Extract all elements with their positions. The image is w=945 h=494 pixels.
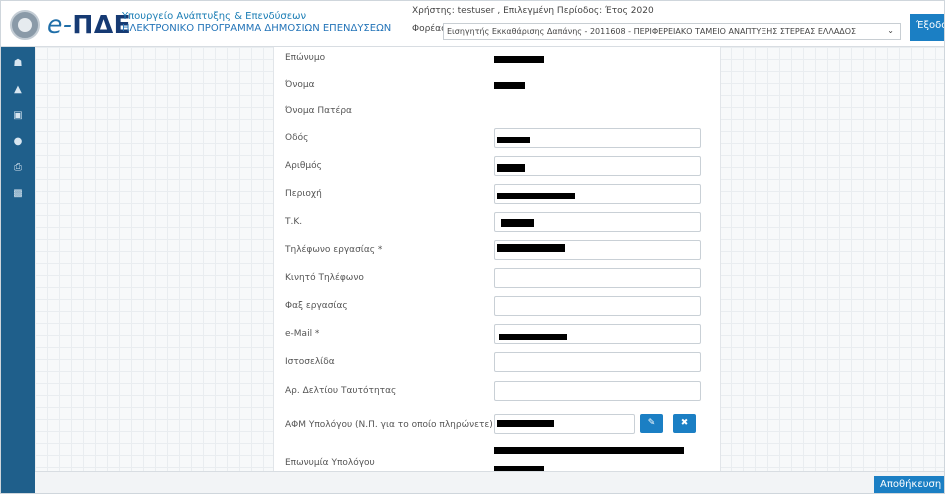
label-id-card: Αρ. Δελτίου Ταυτότητας	[285, 386, 397, 396]
website-input[interactable]	[494, 352, 701, 372]
label-name: Όνομα	[285, 80, 315, 90]
name-value	[494, 82, 525, 89]
top-header: e-ΠΔΕ Υπουργείο Ανάπτυξης & Επενδύσεων Η…	[1, 1, 944, 47]
ministry-title: Υπουργείο Ανάπτυξης & Επενδύσεων ΗΛΕΚΤΡΟ…	[122, 11, 391, 35]
label-work-phone: Τηλέφωνο εργασίας *	[285, 245, 383, 255]
area-value	[497, 193, 575, 199]
postal-code-value	[501, 219, 534, 227]
greek-emblem-icon	[10, 10, 40, 40]
fax-input[interactable]	[494, 296, 701, 316]
logout-button[interactable]: Έξοδο	[910, 14, 944, 41]
label-number: Αριθμός	[285, 161, 322, 171]
work-phone-input[interactable]	[494, 240, 701, 260]
label-fax: Φαξ εργασίας	[285, 301, 348, 311]
user-info: Χρήστης: testuser , Επιλεγμένη Περίοδος:…	[412, 6, 654, 16]
mobile-input[interactable]	[494, 268, 701, 288]
surname-value	[494, 56, 544, 63]
number-value	[497, 164, 525, 172]
app-logo: e-ΠΔΕ	[47, 10, 131, 39]
afm-input[interactable]	[494, 414, 635, 434]
edit-icon[interactable]: ✎	[640, 414, 663, 433]
label-surname: Επώνυμο	[285, 53, 326, 63]
home-icon[interactable]: ☗	[8, 55, 28, 73]
work-phone-value	[497, 244, 565, 252]
money-icon[interactable]: ▣	[8, 107, 28, 125]
street-input[interactable]	[494, 128, 701, 148]
label-email: e-Mail *	[285, 329, 320, 339]
postal-code-input[interactable]	[494, 212, 701, 232]
label-mobile: Κινητό Τηλέφωνο	[285, 273, 364, 283]
forea-select[interactable]: Εισηγητής Εκκαθάρισης Δαπάνης - 2011608 …	[443, 23, 901, 40]
close-icon[interactable]: ✖	[673, 414, 696, 433]
number-input[interactable]	[494, 156, 701, 176]
ministry-line1: Υπουργείο Ανάπτυξης & Επενδύσεων	[122, 11, 307, 22]
logo-prefix: e-	[47, 10, 73, 39]
email-input[interactable]	[494, 324, 701, 344]
label-afm: ΑΦΜ Υπολόγου (Ν.Π. για το οποίο πληρώνετ…	[285, 420, 501, 430]
hierarchy-icon[interactable]: ▲	[8, 81, 28, 99]
label-company-name: Επωνυμία Υπολόγου	[285, 458, 375, 468]
book-icon[interactable]: ▩	[8, 185, 28, 203]
street-value	[497, 137, 530, 143]
label-postal-code: Τ.Κ.	[285, 217, 303, 227]
label-father-name: Όνομα Πατέρα	[285, 106, 352, 116]
forea-value: Εισηγητής Εκκαθάρισης Δαπάνης - 2011608 …	[447, 27, 857, 36]
ministry-line2: ΗΛΕΚΤΡΟΝΙΚΟ ΠΡΟΓΡΑΜΜΑ ΔΗΜΟΣΙΩΝ ΕΠΕΝΔΥΣΕΩ…	[122, 23, 392, 34]
email-value	[499, 334, 567, 340]
sidebar: ☗ ▲ ▣ ● ⎙ ▩	[1, 47, 35, 493]
company-name-value-line1	[494, 447, 684, 454]
label-website: Ιστοσελίδα	[285, 357, 335, 367]
chevron-down-icon: ⌄	[887, 26, 894, 35]
user-icon[interactable]: ●	[8, 133, 28, 151]
footer-bar	[35, 471, 944, 493]
afm-value	[497, 420, 554, 427]
id-card-input[interactable]	[494, 381, 701, 401]
label-street: Οδός	[285, 133, 309, 143]
save-button[interactable]: Αποθήκευση	[874, 476, 944, 493]
area-input[interactable]	[494, 184, 701, 204]
label-area: Περιοχή	[285, 189, 322, 199]
app-window: e-ΠΔΕ Υπουργείο Ανάπτυξης & Επενδύσεων Η…	[0, 0, 945, 494]
print-icon[interactable]: ⎙	[8, 159, 28, 177]
